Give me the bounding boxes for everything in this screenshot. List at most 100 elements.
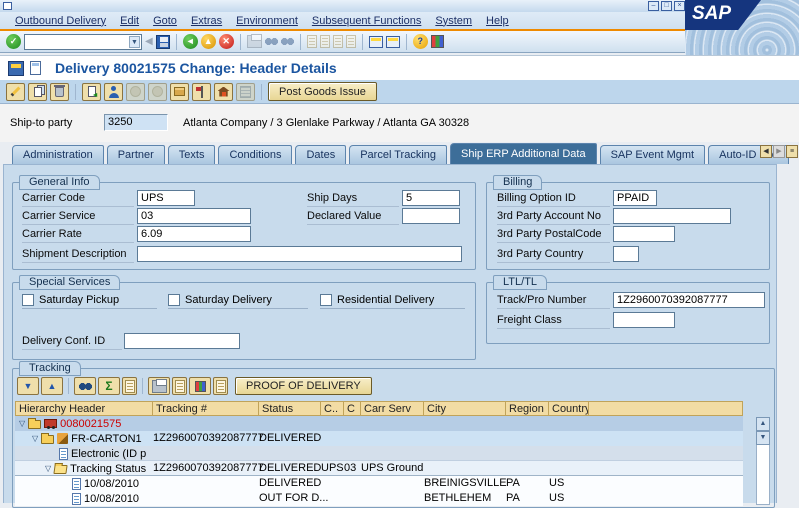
third-party-postal-field[interactable] xyxy=(613,226,675,242)
freight-class-field[interactable] xyxy=(613,312,675,328)
layout-button[interactable] xyxy=(213,377,228,395)
new-session-icon[interactable] xyxy=(369,36,383,48)
expander-icon[interactable]: ▽ xyxy=(45,464,51,474)
billing-option-id-field[interactable] xyxy=(613,190,657,206)
table-row[interactable]: Electronic (ID p xyxy=(15,446,743,461)
column-header[interactable]: Tracking # xyxy=(153,401,259,416)
create-shortcut-icon[interactable] xyxy=(386,36,400,48)
minimize-button[interactable]: – xyxy=(648,1,659,11)
column-header[interactable]: Status xyxy=(259,401,321,416)
first-page-icon[interactable] xyxy=(307,35,317,48)
saturday-delivery-checkbox[interactable] xyxy=(168,294,180,306)
delete-button[interactable] xyxy=(50,83,69,101)
tab-sap-event-mgmt[interactable]: SAP Event Mgmt xyxy=(600,145,706,164)
export-list-button[interactable] xyxy=(172,377,187,395)
column-header[interactable]: Carr Serv xyxy=(361,401,424,416)
tab-ship-erp-additional-data[interactable]: Ship ERP Additional Data xyxy=(450,143,597,164)
menu-help[interactable]: Help xyxy=(486,15,509,27)
column-header[interactable]: City xyxy=(424,401,506,416)
partner-button[interactable] xyxy=(104,83,123,101)
sort-ascending-button[interactable]: ▲ xyxy=(41,377,63,395)
column-header[interactable]: Hierarchy Header xyxy=(15,401,153,416)
menu-system[interactable]: System xyxy=(435,15,472,27)
delivery-conf-id-field[interactable] xyxy=(124,333,240,349)
customize-layout-icon[interactable] xyxy=(431,35,444,48)
print-button[interactable] xyxy=(148,377,170,395)
export-spreadsheet-button[interactable] xyxy=(189,377,211,395)
column-header[interactable]: Region xyxy=(506,401,549,416)
sum-button[interactable]: Σ xyxy=(98,377,120,395)
expander-icon[interactable]: ▽ xyxy=(32,434,38,444)
menu-environment[interactable]: Environment xyxy=(236,15,298,27)
carrier-code-field[interactable] xyxy=(137,190,195,206)
goods-issue-button[interactable] xyxy=(214,83,233,101)
menu-outbound-delivery[interactable]: Outbound Delivery xyxy=(15,15,106,27)
cancel-icon[interactable]: ✕ xyxy=(219,34,234,49)
residential-delivery-checkbox[interactable] xyxy=(320,294,332,306)
shipment-description-field[interactable] xyxy=(137,246,462,262)
third-party-account-field[interactable] xyxy=(613,208,731,224)
carrier-service-field[interactable] xyxy=(137,208,251,224)
table-row[interactable]: ▽ 0080021575 xyxy=(15,416,743,431)
close-button[interactable]: × xyxy=(674,1,685,11)
subtotal-button[interactable] xyxy=(122,377,137,395)
table-row[interactable]: 10/08/2010 DELIVERED BREINIGSVILLE PA US xyxy=(15,476,743,491)
ship-to-value-field[interactable]: 3250 xyxy=(104,114,168,131)
packing-button[interactable] xyxy=(170,83,189,101)
help-icon[interactable]: ? xyxy=(413,34,428,49)
third-party-country-field[interactable] xyxy=(613,246,639,262)
copy-button[interactable] xyxy=(28,83,47,101)
tab-texts[interactable]: Texts xyxy=(168,145,216,164)
print-icon[interactable] xyxy=(247,35,262,48)
scroll-down-icon[interactable]: ▼ xyxy=(756,431,770,445)
transaction-icon[interactable] xyxy=(8,61,24,76)
scroll-up-icon[interactable]: ▲ xyxy=(756,417,770,431)
menu-extras[interactable]: Extras xyxy=(191,15,222,27)
menu-subsequent-functions[interactable]: Subsequent Functions xyxy=(312,15,421,27)
find-button[interactable] xyxy=(74,377,96,395)
column-header[interactable]: Country xyxy=(549,401,589,416)
display-change-button[interactable] xyxy=(6,83,25,101)
scrollbar-track[interactable] xyxy=(756,445,770,505)
post-goods-issue-button[interactable]: Post Goods Issue xyxy=(268,82,377,101)
find-next-icon[interactable] xyxy=(281,37,294,46)
chevron-down-icon[interactable]: ▼ xyxy=(129,36,140,48)
carrier-rate-field[interactable] xyxy=(137,226,251,242)
back-icon[interactable]: ◄ xyxy=(183,34,198,49)
history-back-icon[interactable]: ◀ xyxy=(145,36,153,47)
exit-icon[interactable]: ▲ xyxy=(201,34,216,49)
table-row[interactable]: 10/08/2010 OUT FOR D... BETHLEHEM PA US xyxy=(15,491,743,506)
sort-descending-button[interactable]: ▼ xyxy=(17,377,39,395)
tab-parcel-tracking[interactable]: Parcel Tracking xyxy=(349,145,447,164)
ship-days-field[interactable] xyxy=(402,190,460,206)
menu-goto[interactable]: Goto xyxy=(153,15,177,27)
tab-scroll-right-icon[interactable]: ▶ xyxy=(773,145,785,158)
tab-administration[interactable]: Administration xyxy=(12,145,104,164)
maximize-button[interactable]: □ xyxy=(661,1,672,11)
tab-list-icon[interactable]: ≡ xyxy=(786,145,798,158)
proof-of-delivery-button[interactable]: PROOF OF DELIVERY xyxy=(235,377,372,395)
saturday-pickup-checkbox[interactable] xyxy=(22,294,34,306)
expander-icon[interactable]: ▽ xyxy=(19,419,25,429)
enter-icon[interactable]: ✓ xyxy=(6,34,21,49)
table-row[interactable]: ▽ FR-CARTON1 1Z2960070392087777 DELIVERE… xyxy=(15,431,743,446)
system-menu-icon[interactable] xyxy=(3,2,12,10)
last-page-icon[interactable] xyxy=(346,35,356,48)
command-input[interactable]: ▼ xyxy=(24,34,142,50)
find-icon[interactable] xyxy=(265,37,278,46)
post-document-button[interactable] xyxy=(82,83,101,101)
menu-edit[interactable]: Edit xyxy=(120,15,139,27)
column-header[interactable]: C.. xyxy=(321,401,344,416)
column-header[interactable]: C xyxy=(344,401,361,416)
next-page-icon[interactable] xyxy=(333,35,343,48)
track-pro-number-field[interactable] xyxy=(613,292,765,308)
previous-page-icon[interactable] xyxy=(320,35,330,48)
loading-button[interactable] xyxy=(192,83,211,101)
table-row[interactable]: ▽ Tracking Status 1Z2960070392087777 DEL… xyxy=(15,461,743,476)
declared-value-field[interactable] xyxy=(402,208,460,224)
tab-scroll-left-icon[interactable]: ◀ xyxy=(760,145,772,158)
save-icon[interactable] xyxy=(156,35,170,49)
tab-dates[interactable]: Dates xyxy=(295,145,346,164)
tab-partner[interactable]: Partner xyxy=(107,145,165,164)
tab-conditions[interactable]: Conditions xyxy=(218,145,292,164)
